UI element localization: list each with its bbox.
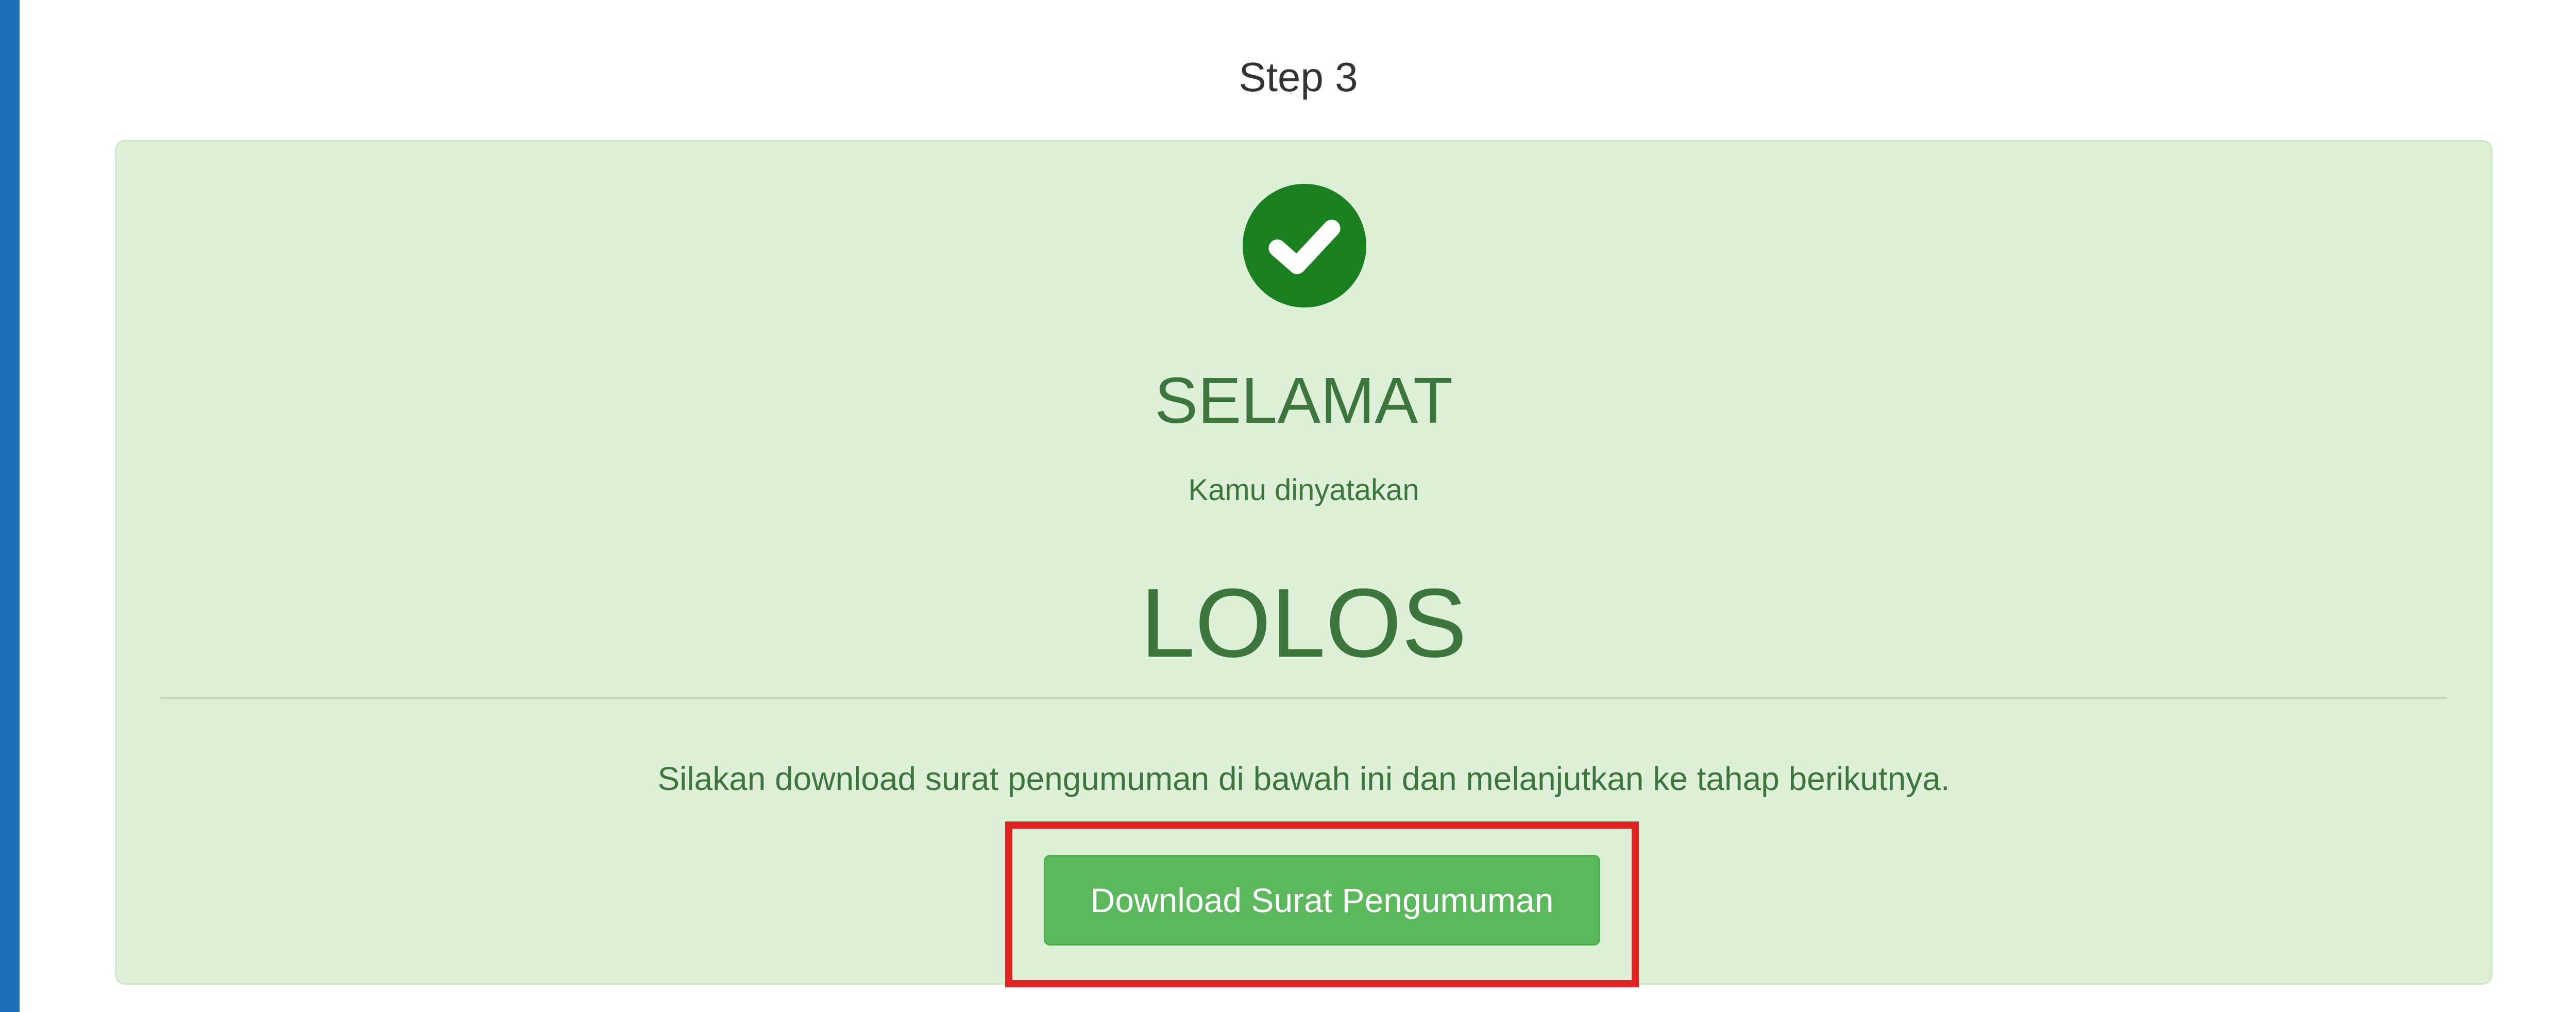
status-subtitle: Kamu dinyatakan	[1188, 473, 1419, 507]
download-announcement-button[interactable]: Download Surat Pengumuman	[1044, 855, 1600, 946]
page-frame: Step 3 SELAMAT Kamu dinyatakan LOLOS Sil…	[20, 0, 2576, 1012]
divider	[160, 697, 2447, 699]
result-status: LOLOS	[1140, 569, 1467, 678]
checkmark-icon	[1268, 219, 1341, 275]
download-instruction: Silakan download surat pengumuman di baw…	[657, 760, 1950, 797]
congratulation-heading: SELAMAT	[1155, 364, 1453, 437]
success-panel: SELAMAT Kamu dinyatakan LOLOS Silakan do…	[115, 140, 2493, 987]
check-circle-icon	[1243, 184, 1366, 307]
step-title: Step 3	[1239, 54, 1358, 100]
